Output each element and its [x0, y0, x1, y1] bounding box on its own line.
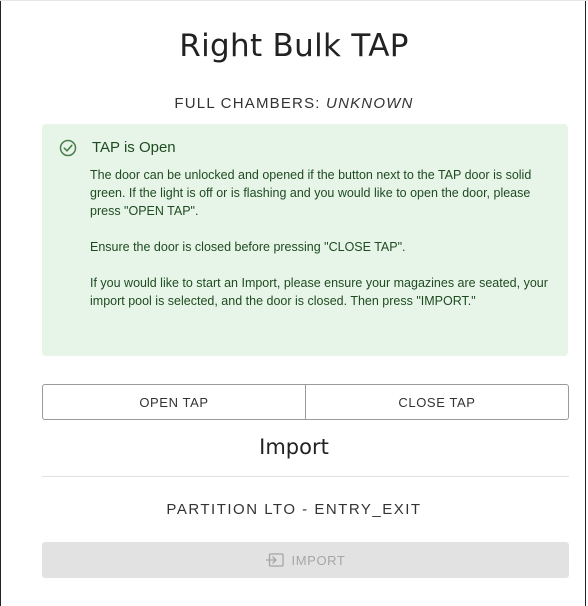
tap-open-alert: TAP is Open The door can be unlocked and…: [42, 124, 568, 356]
import-section-title: Import: [259, 435, 329, 459]
partition-label: PARTITION LTO - ENTRY_EXIT: [166, 501, 422, 518]
alert-paragraph-unlock: The door can be unlocked and opened if t…: [90, 168, 532, 218]
page-title: Right Bulk TAP: [179, 28, 409, 64]
import-button[interactable]: IMPORT: [42, 542, 569, 578]
alert-title: TAP is Open: [92, 139, 176, 156]
top-border: [0, 0, 588, 1]
open-tap-button[interactable]: OPEN TAP: [43, 385, 305, 419]
full-chambers-label: FULL CHAMBERS:: [174, 95, 327, 112]
close-tap-button[interactable]: CLOSE TAP: [305, 385, 568, 419]
full-chambers-value: UNKNOWN: [326, 95, 414, 112]
full-chambers-status: FULL CHAMBERS: UNKNOWN: [0, 95, 588, 112]
divider: [42, 476, 569, 477]
login-arrow-icon: [265, 553, 284, 567]
check-circle-icon: [59, 139, 77, 157]
alert-paragraph-close: Ensure the door is closed before pressin…: [90, 240, 406, 254]
alert-paragraph-import: If you would like to start an Import, pl…: [90, 276, 548, 308]
import-button-label: IMPORT: [291, 552, 346, 568]
alert-body: The door can be unlocked and opened if t…: [90, 166, 552, 328]
tap-button-group: OPEN TAP CLOSE TAP: [42, 384, 569, 420]
